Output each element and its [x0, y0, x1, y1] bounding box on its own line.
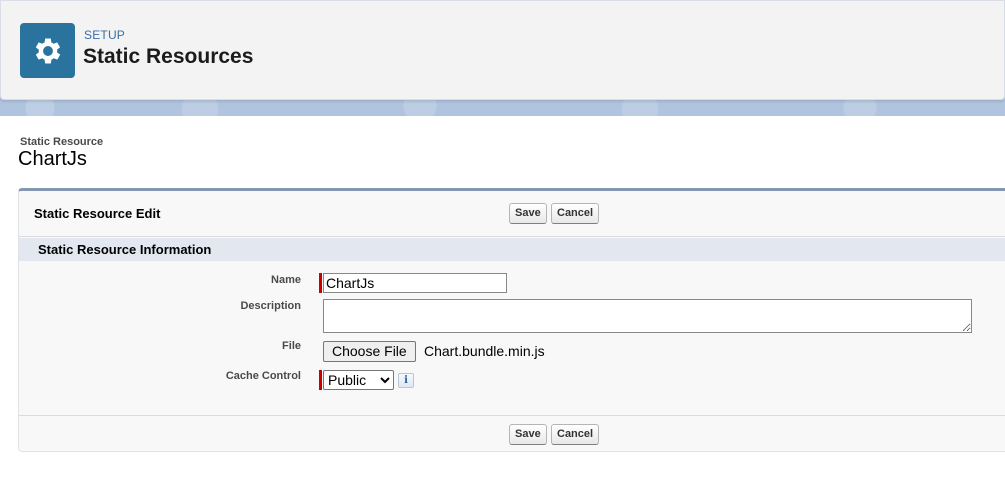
- divider: [19, 236, 1005, 237]
- section-title: Static Resource Information: [38, 242, 212, 257]
- info-icon[interactable]: i: [398, 373, 414, 388]
- cancel-button-top[interactable]: Cancel: [551, 203, 600, 224]
- header-eyebrow[interactable]: SETUP: [84, 28, 125, 42]
- edit-panel-title: Static Resource Edit: [34, 206, 161, 221]
- cache-control-label: Cache Control: [225, 370, 301, 382]
- selected-file-name: Chart.bundle.min.js: [424, 343, 545, 359]
- file-label: File: [282, 340, 301, 352]
- page-header: SETUP Static Resources: [0, 0, 1005, 100]
- gear-icon-graphic: [35, 38, 60, 63]
- save-button-bottom[interactable]: Save: [509, 424, 547, 445]
- description-textarea[interactable]: [323, 299, 972, 333]
- choose-file-button[interactable]: Choose File: [323, 341, 416, 362]
- description-label: Description: [240, 300, 301, 312]
- field-area: Name Description File Choose File Chart.…: [19, 261, 1005, 415]
- record-title: ChartJs: [18, 148, 87, 170]
- object-type-label: Static Resource: [20, 136, 104, 148]
- main-content: Static Resource ChartJs Static Resource …: [0, 116, 1005, 496]
- name-required-marker: [319, 273, 322, 293]
- cancel-button-bottom[interactable]: Cancel: [551, 424, 600, 445]
- name-input[interactable]: [323, 273, 507, 293]
- gear-icon: [20, 23, 75, 78]
- edit-panel: Static Resource Edit Save Cancel Static …: [18, 188, 1005, 452]
- name-label: Name: [271, 274, 301, 286]
- cache-control-required-marker: [319, 370, 322, 390]
- section-header: Static Resource Information: [19, 238, 1005, 261]
- cache-control-select[interactable]: Public: [323, 370, 394, 390]
- save-button-top[interactable]: Save: [509, 203, 547, 224]
- page-title: Static Resources: [83, 45, 254, 68]
- divider-bottom: [19, 415, 1005, 416]
